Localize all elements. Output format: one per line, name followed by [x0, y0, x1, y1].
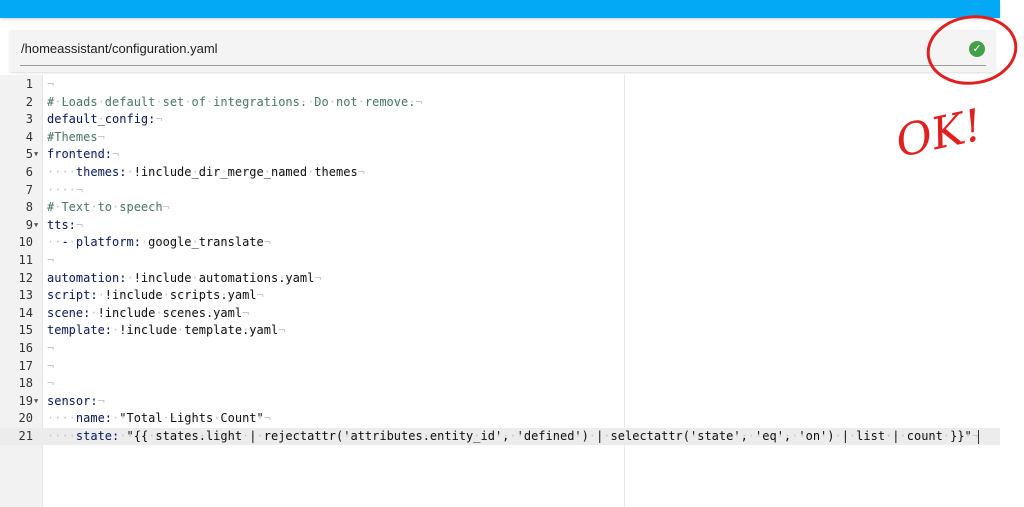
handwritten-annotation: OK!: [891, 15, 1018, 168]
annotation-circle: [926, 15, 1018, 85]
annotation-text: OK!: [891, 100, 986, 168]
